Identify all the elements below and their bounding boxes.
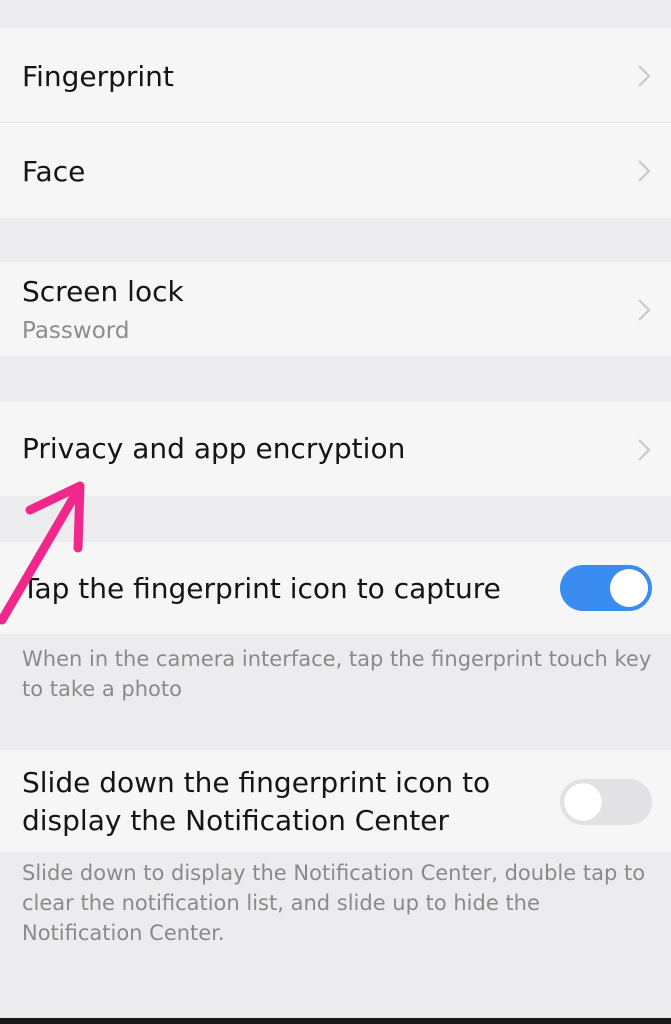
slide-down-notification-label-line2: display the Notification Center: [22, 804, 449, 837]
chevron-right-icon: [638, 65, 651, 87]
bottom-edge: [0, 1018, 671, 1024]
chevron-right-icon: [638, 439, 651, 461]
security-settings-screen: Fingerprint Face Screen lock Password Pr…: [0, 0, 671, 1024]
screen-lock-row[interactable]: Screen lock Password: [0, 262, 671, 356]
screen-lock-value: Password: [22, 318, 130, 344]
tap-fingerprint-capture-label: Tap the fingerprint icon to capture: [22, 572, 501, 605]
slide-down-notification-toggle[interactable]: [560, 779, 652, 825]
privacy-encryption-row[interactable]: Privacy and app encryption: [0, 402, 671, 496]
slide-down-notification-row: Slide down the fingerprint icon to displ…: [0, 750, 671, 852]
screen-lock-label: Screen lock: [22, 275, 184, 308]
privacy-encryption-label: Privacy and app encryption: [22, 432, 406, 465]
tap-fingerprint-capture-description: When in the camera interface, tap the fi…: [22, 647, 652, 701]
tap-fingerprint-capture-row: Tap the fingerprint icon to capture: [0, 542, 671, 634]
slide-down-notification-description: Slide down to display the Notification C…: [22, 861, 646, 945]
fingerprint-row[interactable]: Fingerprint: [0, 28, 671, 122]
slide-down-notification-label-line1: Slide down the fingerprint icon to: [22, 766, 491, 799]
fingerprint-label: Fingerprint: [22, 60, 174, 93]
toggle-knob: [610, 569, 648, 607]
chevron-right-icon: [638, 299, 651, 321]
face-label: Face: [22, 155, 86, 188]
tap-fingerprint-capture-toggle[interactable]: [560, 565, 652, 611]
toggle-knob: [564, 783, 602, 821]
chevron-right-icon: [638, 160, 651, 182]
face-row[interactable]: Face: [0, 123, 671, 218]
